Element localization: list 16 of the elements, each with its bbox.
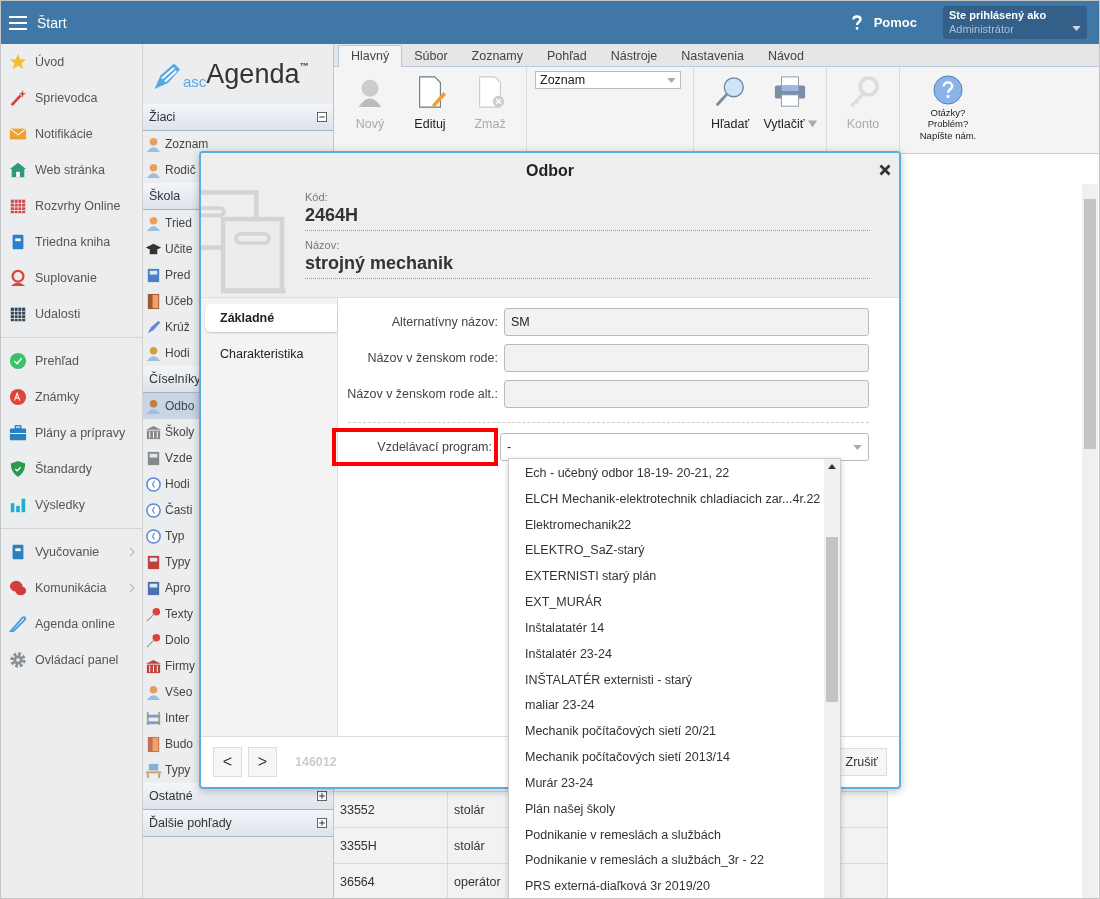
field-label: Alternatívny názov: (390, 315, 498, 329)
field-label: Názov v ženskom rode alt.: (346, 387, 498, 401)
code-value: 2464H (305, 203, 870, 231)
logo-name: Agenda (206, 58, 300, 90)
name-value: strojný mechanik (305, 251, 870, 279)
field-label: Názov: (305, 239, 341, 251)
page-title: Štart (37, 14, 67, 31)
table-cell: 3355H (334, 828, 448, 863)
table-cell: 33552 (334, 792, 448, 827)
field-label: Názov v ženskom rode: (366, 351, 498, 365)
field-label: Kód: (305, 191, 329, 203)
logo-prefix: asc (183, 72, 207, 90)
dialog-title: Odbor (526, 162, 574, 180)
table-cell: 36564 (334, 864, 448, 898)
trademark: ™ (299, 61, 309, 71)
field-label: Vzdelávací program: (332, 428, 498, 466)
